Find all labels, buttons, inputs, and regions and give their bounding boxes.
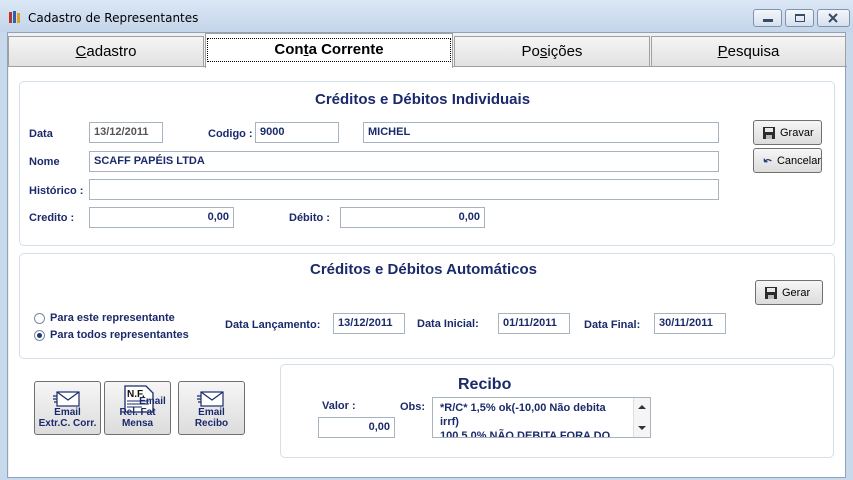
automatic-heading: Créditos e Débitos Automáticos	[310, 261, 537, 278]
tab-label-part: a Corrente	[308, 41, 384, 58]
valor-label: Valor :	[322, 400, 356, 412]
obs-line: *R/C* 1,5% ok(-10,00 Não debita	[440, 402, 606, 414]
obs-line: irrf)	[440, 416, 459, 428]
historico-label: Histórico :	[29, 185, 84, 197]
lancamento-label: Data Lançamento:	[225, 319, 321, 331]
gravar-button[interactable]: Gravar	[753, 120, 822, 145]
obs-line: 100,5,0% NÃO DEBITA FORA DO	[440, 430, 611, 438]
scroll-up-icon[interactable]	[638, 405, 646, 409]
debito-field[interactable]: 0,00	[340, 207, 485, 228]
floppy-disk-icon	[765, 286, 777, 299]
tab-pesquisa-accel: P	[717, 43, 728, 60]
tab-conta-corrente-label: Conta Corrente	[207, 38, 451, 62]
obs-label: Obs:	[400, 401, 426, 413]
envelope-icon	[53, 391, 80, 407]
close-icon	[828, 13, 838, 23]
obs-memo[interactable]: *R/C* 1,5% ok(-10,00 Não debita irrf) 10…	[432, 397, 651, 438]
debito-label: Débito :	[289, 212, 330, 224]
email-rel-fat-line2: Rel. Fat Mensa	[119, 407, 156, 429]
credito-label: Credito :	[29, 212, 75, 224]
scroll-down-icon[interactable]	[638, 426, 646, 430]
email-extrato-caption: Email Extr.C. Corr.	[35, 407, 100, 429]
tab-label-part: Po	[521, 43, 540, 60]
email-extrato-line1: Email	[54, 407, 81, 418]
minimize-icon	[763, 19, 773, 22]
inicial-label: Data Inicial:	[417, 318, 479, 330]
undo-arrow-icon	[763, 158, 772, 162]
tab-conta-corrente[interactable]: Conta Corrente	[205, 33, 453, 68]
email-recibo-button[interactable]: Email Recibo	[178, 381, 245, 435]
email-extrato-line2: Extr.C. Corr.	[38, 418, 97, 429]
lancamento-field[interactable]: 13/12/2011	[333, 313, 405, 334]
gravar-label: Gravar	[780, 126, 814, 139]
obs-text: *R/C* 1,5% ok(-10,00 Não debita irrf) 10…	[440, 401, 640, 438]
recibo-heading: Recibo	[458, 376, 512, 393]
codigo-label: Codigo :	[208, 128, 253, 140]
data-label: Data	[29, 128, 53, 140]
tab-cadastro[interactable]: Cadastro	[8, 36, 204, 67]
email-recibo-line2: Recibo	[194, 418, 229, 429]
client-area: Cadastro Conta Corrente Posições Pesquis…	[7, 32, 847, 478]
nome-field[interactable]: SCAFF PAPÉIS LTDA	[89, 151, 719, 172]
email-rel-fat-button[interactable]: N.F. Email Rel. Fat Mensa	[104, 381, 171, 435]
email-recibo-caption: Email Recibo	[179, 407, 244, 429]
window-title: Cadastro de Representantes	[28, 11, 199, 25]
tab-pesquisa-label: esquisa	[727, 43, 780, 60]
minimize-button[interactable]	[753, 9, 782, 27]
tab-posicoes[interactable]: Posições	[454, 36, 650, 67]
codigo-name-field[interactable]: MICHEL	[363, 122, 719, 143]
title-bar: Cadastro de Representantes	[0, 0, 853, 32]
email-extrato-button[interactable]: Email Extr.C. Corr.	[34, 381, 101, 435]
data-field[interactable]: 13/12/2011	[89, 122, 163, 143]
inicial-field[interactable]: 01/11/2011	[498, 313, 570, 334]
tab-cadastro-label: adastro	[86, 43, 137, 60]
cancelar-label: Cancelar	[776, 154, 821, 167]
restore-icon	[795, 14, 805, 22]
radio-todos-representantes[interactable]	[34, 330, 45, 341]
valor-field[interactable]: 0,00	[318, 417, 395, 438]
gerar-button[interactable]: Gerar	[755, 280, 823, 305]
individual-heading: Créditos e Débitos Individuais	[315, 91, 531, 108]
final-field[interactable]: 30/11/2011	[654, 313, 726, 334]
final-label: Data Final:	[584, 319, 641, 331]
tab-label-part: ições	[547, 43, 583, 60]
tab-pesquisa[interactable]: Pesquisa	[651, 36, 846, 67]
maximize-button[interactable]	[785, 9, 814, 27]
tab-label-part: Con	[274, 41, 304, 58]
gerar-label: Gerar	[782, 286, 811, 299]
close-button[interactable]	[817, 9, 850, 27]
floppy-disk-icon	[763, 126, 775, 139]
email-rel-fat-line1: Email	[139, 396, 166, 407]
obs-scrollbar[interactable]	[633, 398, 650, 437]
radio-todos-label[interactable]: Para todos representantes	[50, 329, 189, 341]
radio-este-label[interactable]: Para este representante	[50, 312, 175, 324]
radio-este-representante[interactable]	[34, 313, 45, 324]
envelope-icon	[197, 391, 224, 407]
app-books-icon	[9, 11, 20, 23]
nome-label: Nome	[29, 156, 60, 168]
email-recibo-line1: Email	[198, 407, 225, 418]
cancelar-button[interactable]: Cancelar	[753, 148, 822, 173]
historico-field[interactable]	[89, 179, 719, 200]
credito-field[interactable]: 0,00	[89, 207, 234, 228]
email-rel-fat-caption: Email Rel. Fat Mensa	[105, 396, 170, 429]
tab-cadastro-accel: C	[75, 43, 87, 60]
codigo-field[interactable]: 9000	[255, 122, 339, 143]
